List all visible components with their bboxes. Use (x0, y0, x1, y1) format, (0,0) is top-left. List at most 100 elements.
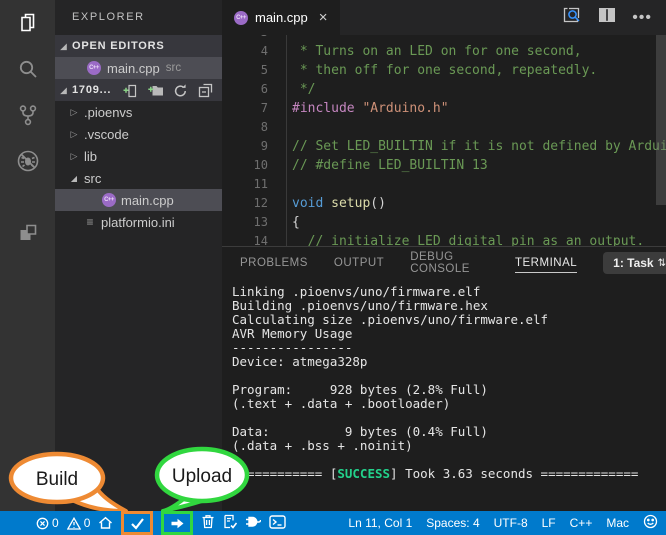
pio-upload-button[interactable] (161, 511, 193, 535)
split-editor-icon[interactable] (598, 7, 616, 28)
twistie-icon: ◢ (69, 174, 79, 183)
line-number: 8 (222, 118, 268, 137)
status-bar: 0 0 (0, 511, 666, 535)
status-left: 0 0 (0, 511, 286, 535)
more-actions-icon[interactable]: ••• (632, 13, 652, 23)
tree-item-platformio-ini[interactable]: ≡platformio.ini (55, 211, 222, 233)
pio-clean-icon[interactable] (201, 514, 215, 532)
editor-scrollbar[interactable] (656, 35, 666, 205)
code-line-13: 13{ (222, 213, 666, 232)
tree-item-label: lib (84, 149, 97, 164)
tree-item-main-cpp[interactable]: C++ main.cpp (55, 189, 222, 211)
activity-bar (0, 0, 55, 511)
tree-item-label: main.cpp (121, 193, 174, 208)
language-mode[interactable]: C++ (570, 516, 593, 530)
task-selector-label: 1: Task (613, 256, 653, 270)
code-line-4: 4 * Turns on an LED on for one second, (222, 42, 666, 61)
open-editor-main-cpp[interactable]: C++ main.cpp src (55, 57, 222, 79)
tab-bar: C++ main.cpp × ••• (222, 0, 666, 35)
pio-home-icon[interactable] (98, 516, 113, 530)
code-text: * Turns on an LED on for one second, (286, 42, 582, 61)
line-number: 4 (222, 42, 268, 61)
keymap-mode[interactable]: Mac (606, 516, 629, 530)
code-text: // Set LED_BUILTIN if it is not defined … (286, 137, 666, 156)
terminal-icon[interactable] (269, 515, 286, 532)
debug-icon[interactable] (15, 148, 41, 174)
twistie-icon: ▷ (69, 151, 79, 162)
error-count: 0 (52, 516, 59, 530)
sidebar-title: EXPLORER (55, 0, 222, 35)
twistie-icon: ◢ (59, 86, 69, 95)
code-line-11: 11 (222, 175, 666, 194)
pio-build-button[interactable] (121, 511, 153, 535)
line-number: 11 (222, 175, 268, 194)
code-line-9: 9// Set LED_BUILTIN if it is not defined… (222, 137, 666, 156)
section-workspace[interactable]: ◢ 1709... (55, 79, 222, 101)
code-line-6: 6 */ (222, 80, 666, 99)
code-text: // #define LED_BUILTIN 13 (286, 156, 488, 175)
code-line-8: 8 (222, 118, 666, 137)
cpp-file-icon: C++ (234, 11, 248, 25)
file-tree: ▷.pioenvs ▷ .vscode ▷ lib ◢src C++ main.cpp ≡pla… (55, 101, 222, 233)
code-text: * (286, 35, 308, 42)
search-icon[interactable] (15, 56, 41, 82)
sidebar-explorer: EXPLORER ◢ OPEN EDITORS C++ main.cpp src… (55, 0, 222, 511)
code-text: */ (286, 80, 315, 99)
twistie-icon: ◢ (59, 42, 69, 51)
vscode-window: EXPLORER ◢ OPEN EDITORS C++ main.cpp src… (0, 0, 666, 535)
section-open-editors[interactable]: ◢ OPEN EDITORS (55, 35, 222, 57)
eol-type[interactable]: LF (542, 516, 556, 530)
tree-item-src[interactable]: ◢src (55, 167, 222, 189)
code-editor[interactable]: 3 *4 * Turns on an LED on for one second… (222, 35, 666, 246)
tree-item-pioenvs[interactable]: ▷.pioenvs (55, 101, 222, 123)
tree-item-label: .pioenvs (84, 105, 132, 120)
terminal-output[interactable]: Linking .pioenvs/uno/firmware.elf Buildi… (232, 285, 666, 481)
pio-tasks-icon[interactable] (223, 514, 237, 532)
panel-tab-output[interactable]: OUTPUT (334, 254, 384, 272)
feedback-smiley-icon[interactable] (643, 514, 658, 532)
line-number: 14 (222, 232, 268, 246)
tree-item-label: .vscode (84, 127, 129, 142)
workspace-actions (122, 82, 222, 98)
bottom-panel: PROBLEMS OUTPUT DEBUG CONSOLE TERMINAL 1: Ta… (222, 246, 666, 510)
refresh-icon[interactable] (172, 82, 189, 98)
twistie-icon: ▷ (69, 129, 79, 140)
tree-item-lib[interactable]: ▷ lib (55, 145, 222, 167)
line-number: 10 (222, 156, 268, 175)
code-line-10: 10 // #define LED_BUILTIN 13 (222, 156, 666, 175)
new-folder-icon[interactable] (147, 82, 164, 98)
code-text: // initialize LED digital pin as an outp… (286, 232, 644, 246)
panel-tab-debug-console[interactable]: DEBUG CONSOLE (410, 248, 489, 278)
close-icon[interactable]: × (319, 9, 328, 26)
tab-main-cpp[interactable]: C++ main.cpp × (222, 0, 340, 35)
line-number: 5 (222, 61, 268, 80)
open-editor-detail: src (166, 62, 181, 74)
open-preview-icon[interactable] (562, 5, 582, 30)
cursor-position[interactable]: Ln 11, Col 1 (348, 516, 412, 530)
explorer-icon[interactable] (15, 10, 41, 36)
collapse-all-icon[interactable] (197, 82, 214, 98)
cpp-file-icon: C++ (102, 193, 116, 207)
code-text: * then off for one second, repeatedly. (286, 61, 597, 80)
serial-monitor-icon[interactable] (245, 515, 261, 532)
panel-tab-terminal[interactable]: TERMINAL (515, 254, 577, 273)
panel-tab-problems[interactable]: PROBLEMS (240, 254, 308, 272)
code-line-14: 14 // initialize LED digital pin as an o… (222, 232, 666, 246)
source-control-icon[interactable] (15, 102, 41, 128)
code-text (286, 118, 292, 137)
line-number: 12 (222, 194, 268, 213)
success-badge: SUCCESS (337, 466, 390, 481)
code-line-5: 5 * then off for one second, repeatedly. (222, 61, 666, 80)
problems-warnings[interactable]: 0 (67, 516, 91, 530)
problems-errors[interactable]: 0 (36, 516, 59, 530)
indentation[interactable]: Spaces: 4 (426, 516, 479, 530)
dropdown-arrows-icon: ⇅ (658, 258, 666, 269)
extensions-icon[interactable] (15, 220, 41, 246)
line-number: 13 (222, 213, 268, 232)
task-selector-dropdown[interactable]: 1: Task ⇅ (603, 252, 666, 274)
tree-item-label: platformio.ini (101, 215, 175, 230)
tree-item-vscode[interactable]: ▷ .vscode (55, 123, 222, 145)
encoding[interactable]: UTF-8 (494, 516, 528, 530)
cpp-file-icon: C++ (87, 61, 101, 75)
new-file-icon[interactable] (122, 82, 139, 98)
